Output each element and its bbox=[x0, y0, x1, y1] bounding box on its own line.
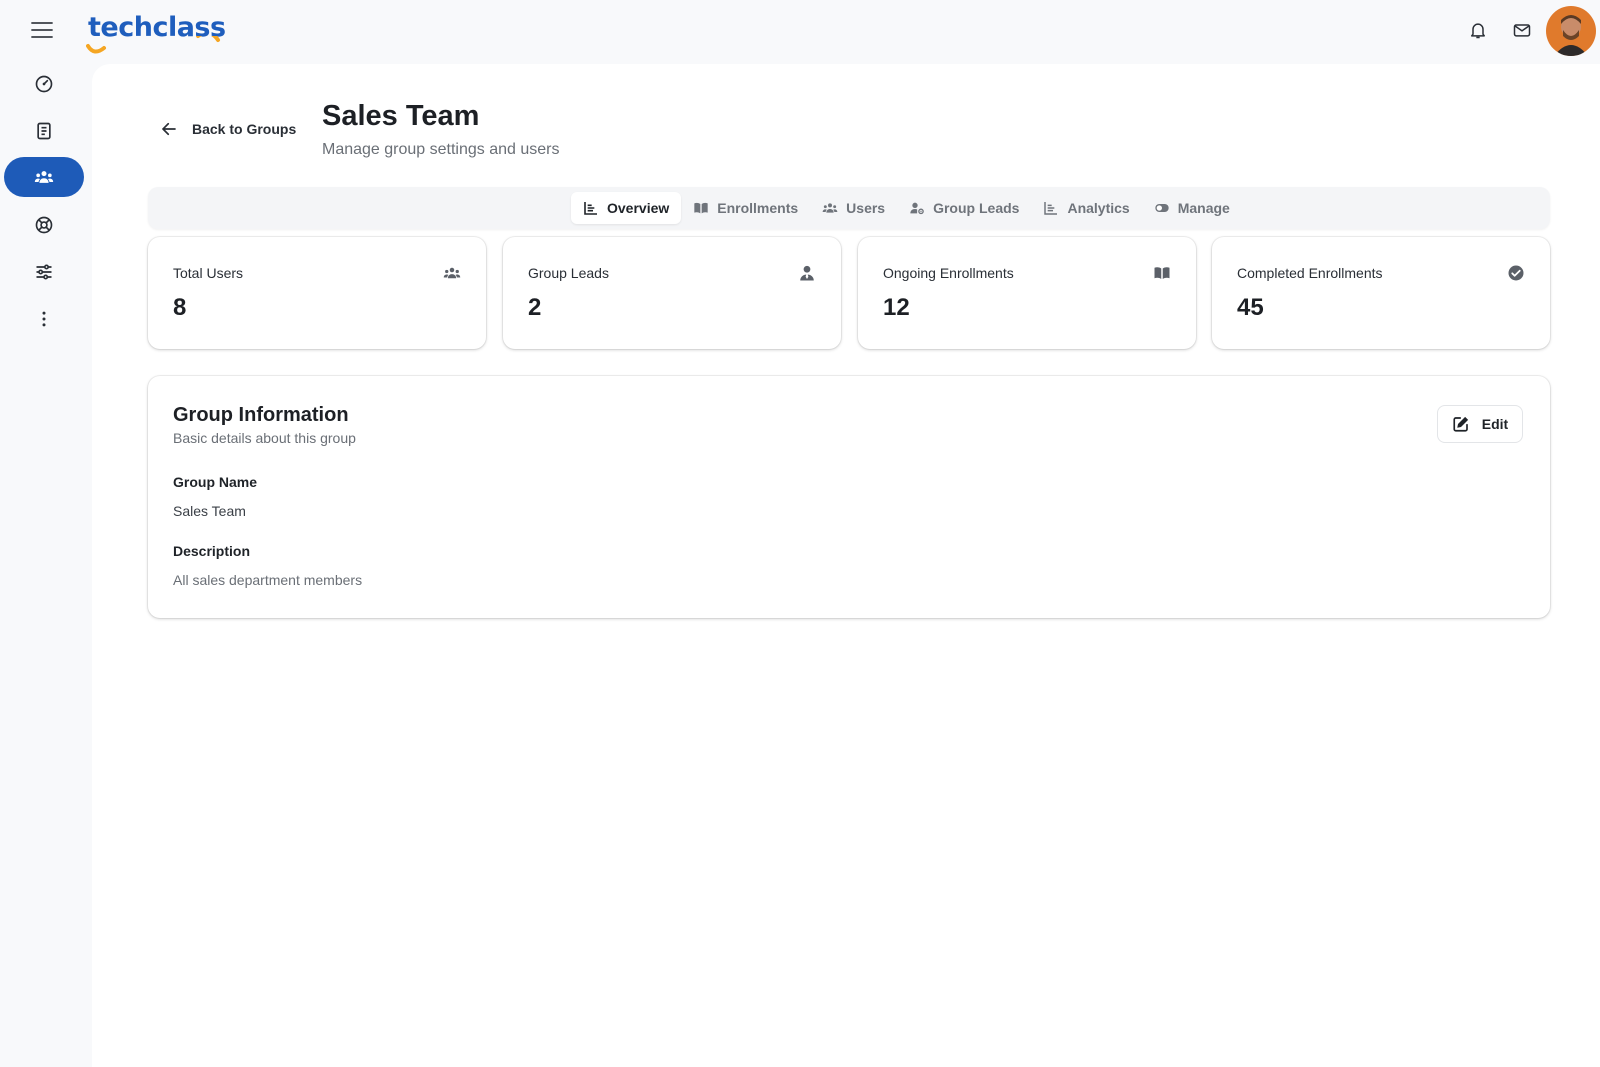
menu-icon[interactable] bbox=[30, 18, 54, 42]
card-subtitle: Basic details about this group bbox=[173, 430, 356, 446]
stat-label: Completed Enrollments bbox=[1237, 265, 1383, 281]
group-name-label: Group Name bbox=[173, 474, 258, 490]
tab-label: Overview bbox=[607, 200, 670, 216]
sidebar-item-dashboard[interactable] bbox=[4, 64, 84, 104]
stat-value: 2 bbox=[528, 294, 542, 321]
sidebar-item-courses[interactable] bbox=[4, 111, 84, 151]
bell-icon[interactable] bbox=[1468, 20, 1488, 40]
back-to-groups-link[interactable]: Back to Groups bbox=[160, 120, 296, 138]
stat-card-ongoing-enrollments: Ongoing Enrollments 12 bbox=[858, 237, 1196, 349]
tab-label: Group Leads bbox=[933, 200, 1020, 216]
stat-value: 8 bbox=[173, 294, 187, 321]
tab-label: Manage bbox=[1177, 200, 1230, 216]
top-bar: techclass bbox=[0, 0, 1600, 64]
user-gear-icon bbox=[910, 202, 924, 215]
tab-label: Enrollments bbox=[717, 200, 799, 216]
sliders-icon bbox=[36, 264, 52, 280]
group-information-card: Group Information Basic details about th… bbox=[148, 376, 1550, 618]
tab-overview[interactable]: Overview bbox=[571, 192, 682, 224]
tab-users[interactable]: Users bbox=[810, 192, 897, 224]
edit-icon bbox=[1453, 416, 1468, 432]
book-icon bbox=[694, 202, 708, 214]
check-circle-icon bbox=[1508, 265, 1524, 281]
toggle-icon bbox=[1155, 204, 1169, 212]
book-icon bbox=[1154, 267, 1170, 279]
sidebar-item-settings[interactable] bbox=[4, 252, 84, 292]
chart-icon bbox=[584, 202, 597, 215]
tab-enrollments[interactable]: Enrollments bbox=[681, 192, 810, 224]
stat-label: Total Users bbox=[173, 265, 244, 281]
chart-icon bbox=[1044, 202, 1058, 215]
edit-label: Edit bbox=[1481, 416, 1509, 432]
stat-value: 45 bbox=[1237, 294, 1264, 321]
tab-label: Users bbox=[846, 200, 886, 216]
page-subtitle: Manage group settings and users bbox=[322, 141, 560, 158]
edit-button[interactable]: Edit bbox=[1437, 405, 1523, 443]
stat-label: Ongoing Enrollments bbox=[883, 265, 1014, 281]
card-title: Group Information bbox=[173, 404, 349, 426]
user-tie-icon bbox=[800, 265, 814, 281]
users-icon bbox=[443, 267, 461, 279]
sidebar-item-more[interactable] bbox=[4, 299, 84, 339]
group-name-value: Sales Team bbox=[173, 503, 246, 519]
stat-card-group-leads: Group Leads 2 bbox=[503, 237, 841, 349]
users-icon bbox=[34, 171, 54, 183]
sidebar-item-support[interactable] bbox=[4, 205, 84, 245]
main-content: Back to Groups Sales Team Manage group s… bbox=[92, 64, 1600, 1067]
tab-analytics[interactable]: Analytics bbox=[1031, 192, 1141, 224]
gauge-icon bbox=[35, 75, 53, 93]
notebook-icon bbox=[37, 122, 51, 140]
back-label: Back to Groups bbox=[192, 121, 297, 137]
sidebar-item-groups[interactable] bbox=[4, 157, 84, 197]
stat-card-completed-enrollments: Completed Enrollments 45 bbox=[1212, 237, 1550, 349]
logo-swoosh bbox=[86, 36, 220, 54]
arrow-left-icon bbox=[162, 122, 176, 136]
stat-label: Group Leads bbox=[528, 265, 609, 281]
lifebuoy-icon bbox=[35, 216, 53, 234]
description-value: All sales department members bbox=[173, 572, 363, 588]
mail-icon[interactable] bbox=[1512, 20, 1532, 40]
stat-value: 12 bbox=[883, 294, 910, 321]
sidebar bbox=[0, 64, 92, 1067]
logo[interactable]: techclass bbox=[86, 8, 226, 54]
more-vertical-icon bbox=[42, 311, 46, 327]
stat-card-total-users: Total Users 8 bbox=[148, 237, 486, 349]
avatar[interactable] bbox=[1546, 6, 1596, 56]
page-title: Sales Team bbox=[322, 100, 480, 132]
description-label: Description bbox=[173, 543, 251, 559]
tab-bar: Overview Enrollments Users Group Leads A… bbox=[148, 187, 1550, 229]
tab-manage[interactable]: Manage bbox=[1142, 192, 1242, 224]
users-icon bbox=[822, 203, 838, 213]
tab-group-leads[interactable]: Group Leads bbox=[897, 192, 1031, 224]
tab-label: Analytics bbox=[1067, 200, 1130, 216]
